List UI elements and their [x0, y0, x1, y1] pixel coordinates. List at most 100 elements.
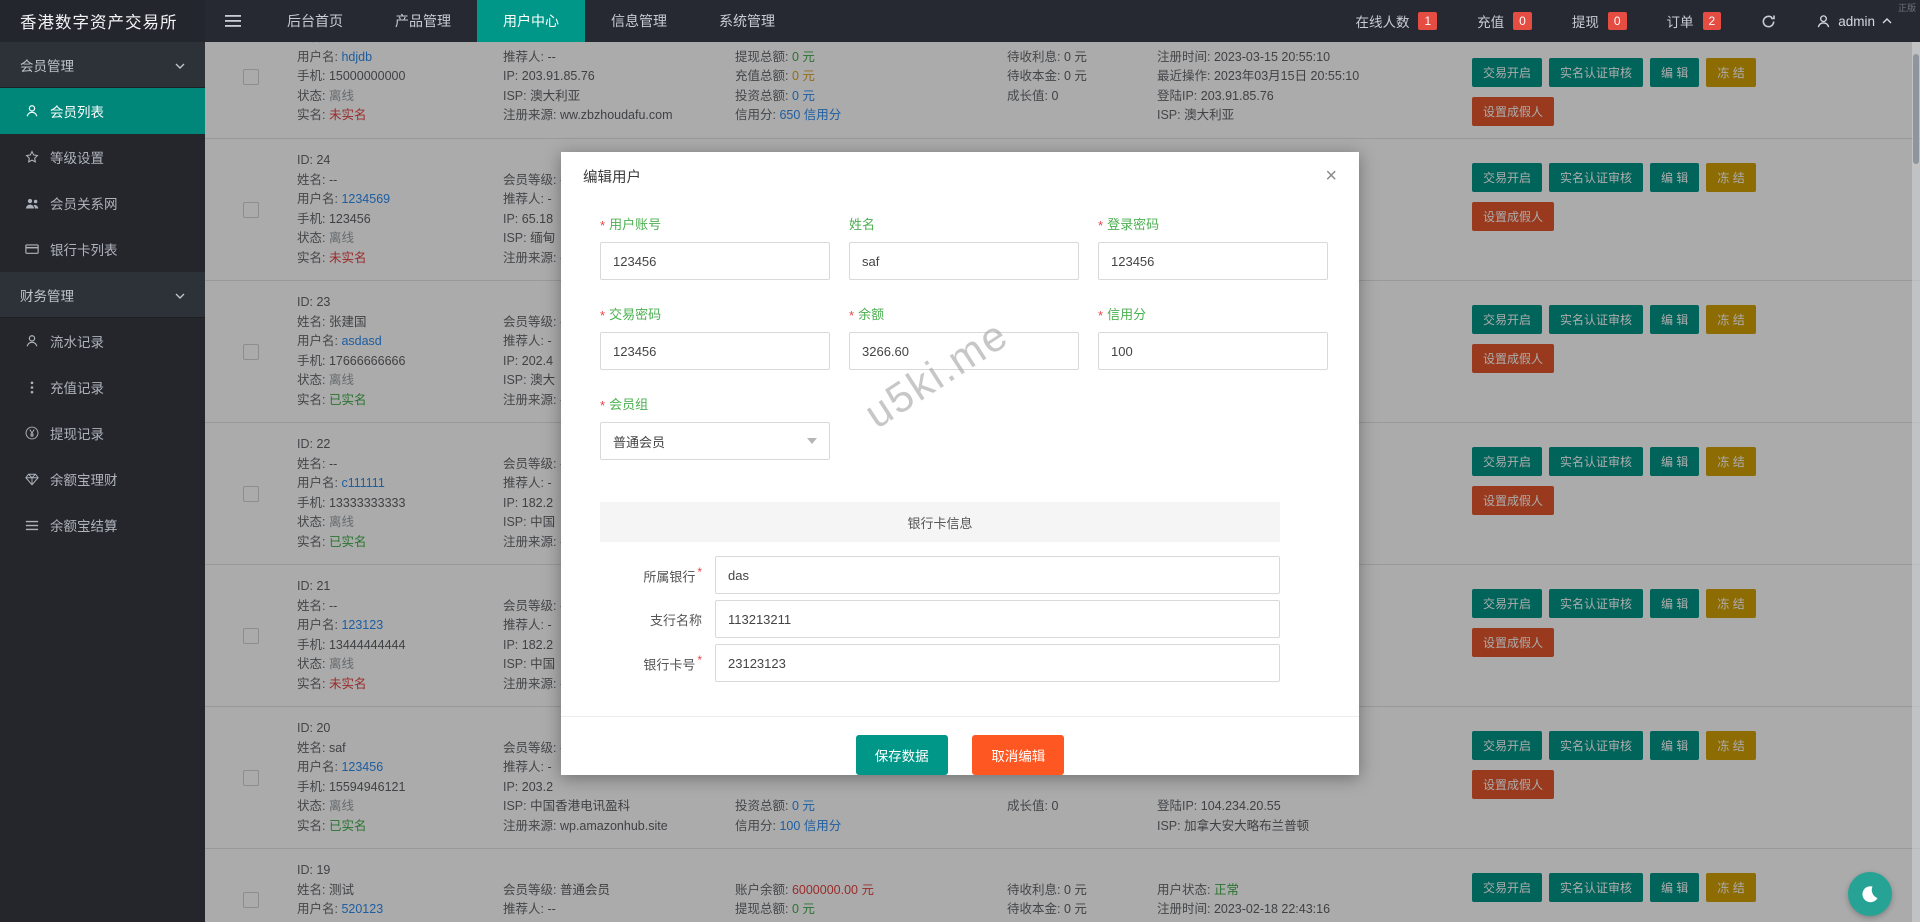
nav-right: 在线人数 1 充值 0 提现 0 订单 2 admin — [1355, 0, 1920, 42]
nav-item-系统管理[interactable]: 系统管理 — [693, 0, 801, 42]
scrollbar-thumb[interactable] — [1913, 54, 1919, 164]
required-asterisk: * — [600, 308, 606, 323]
stat-badge: 1 — [1418, 12, 1438, 30]
gem-icon — [24, 473, 40, 486]
modal-body: u5ki.me *用户账号姓名*登录密码*交易密码*余额*信用分 *会员组普通会… — [561, 200, 1359, 775]
real-name-input[interactable] — [849, 242, 1079, 280]
nav-item-用户中心[interactable]: 用户中心 — [477, 0, 585, 42]
sidebar-item-余额宝结算[interactable]: 余额宝结算 — [0, 502, 205, 548]
required-asterisk: * — [1098, 308, 1104, 323]
moon-icon — [1860, 884, 1880, 904]
form-label: * 登录密码 — [1098, 217, 1160, 233]
dots-icon — [24, 381, 40, 394]
chevron-down-icon — [807, 438, 817, 444]
nav-stat-在线人数[interactable]: 在线人数 1 — [1355, 11, 1438, 31]
trade-password-input[interactable] — [600, 332, 830, 370]
nav-item-信息管理[interactable]: 信息管理 — [585, 0, 693, 42]
required-asterisk: * — [1098, 218, 1104, 233]
stat-badge: 0 — [1607, 12, 1627, 30]
form-field-user-account: * 用户账号 — [600, 214, 830, 280]
cancel-button[interactable]: 取消编辑 — [972, 735, 1065, 775]
bank-label: 支行名称 — [649, 612, 702, 628]
modal-title: 编辑用户 — [583, 169, 641, 186]
stat-label: 提现 — [1571, 15, 1599, 30]
stat-label: 在线人数 — [1355, 15, 1410, 30]
nav-item-后台首页[interactable]: 后台首页 — [261, 0, 369, 42]
star-icon — [24, 150, 40, 164]
user-icon — [24, 334, 40, 348]
user-name: admin — [1838, 13, 1875, 29]
form-field-credit-score: * 信用分 — [1098, 304, 1328, 370]
save-button[interactable]: 保存数据 — [855, 735, 948, 775]
sidebar-group-会员管理[interactable]: 会员管理 — [0, 42, 205, 88]
sidebar-item-会员列表[interactable]: 会员列表 — [0, 88, 205, 134]
sidebar-item-提现记录[interactable]: 提现记录 — [0, 410, 205, 456]
list-icon — [24, 520, 40, 531]
required-asterisk: * — [600, 398, 606, 413]
modal-fields: *用户账号 姓名 *登录密码 *交易密码 *余额 *信用分 — [600, 214, 1328, 370]
nav-stats: 在线人数 1 充值 0 提现 0 订单 2 — [1355, 11, 1722, 31]
form-field-login-password: * 登录密码 — [1098, 214, 1328, 280]
modal-header: 编辑用户 × — [561, 152, 1359, 200]
sidebar-item-label: 会员关系网 — [50, 197, 118, 212]
sidebar-group-label: 财务管理 — [20, 288, 74, 304]
sidebar-group-财务管理[interactable]: 财务管理 — [0, 272, 205, 318]
nav-stat-订单[interactable]: 订单 2 — [1667, 11, 1722, 31]
chevron-up-icon — [1882, 18, 1892, 24]
scrollbar-track[interactable] — [1912, 42, 1920, 922]
sidebar-item-label: 余额宝结算 — [50, 519, 118, 534]
sidebar-item-label: 会员列表 — [50, 105, 104, 120]
chevron-down-icon — [175, 57, 185, 72]
login-password-input[interactable] — [1098, 242, 1328, 280]
sidebar-item-等级设置[interactable]: 等级设置 — [0, 134, 205, 180]
menu-toggle-icon[interactable] — [205, 0, 261, 42]
modal-footer: 保存数据 取消编辑 — [561, 716, 1359, 775]
bank-section-header: 银行卡信息 — [600, 502, 1280, 542]
edit-user-modal: 编辑用户 × u5ki.me *用户账号姓名*登录密码*交易密码*余额*信用分 … — [561, 152, 1359, 775]
form-label: * 交易密码 — [600, 307, 662, 323]
nav-item-产品管理[interactable]: 产品管理 — [369, 0, 477, 42]
select-value: 普通会员 — [613, 434, 666, 450]
required-asterisk: * — [697, 652, 702, 667]
users-icon — [24, 197, 40, 210]
sidebar-item-label: 等级设置 — [50, 151, 104, 166]
bank-fields: 所属银行* 支行名称银行卡号* — [600, 556, 1320, 682]
main-nav: 后台首页 产品管理 用户中心 信息管理 系统管理 — [261, 0, 801, 42]
member-group-field: * 会员组普通会员 — [600, 394, 830, 460]
sidebar-item-充值记录[interactable]: 充值记录 — [0, 364, 205, 410]
sidebar-item-label: 充值记录 — [50, 381, 104, 396]
stat-badge: 0 — [1513, 12, 1532, 30]
balance-input[interactable] — [849, 332, 1079, 370]
sidebar-item-流水记录[interactable]: 流水记录 — [0, 318, 205, 364]
corner-mark: 正版 — [1897, 3, 1916, 13]
sidebar-item-label: 流水记录 — [50, 335, 104, 350]
close-icon[interactable]: × — [1325, 166, 1337, 186]
card-number-input[interactable] — [715, 644, 1280, 682]
stat-label: 订单 — [1666, 15, 1694, 30]
sidebar-item-银行卡列表[interactable]: 银行卡列表 — [0, 226, 205, 272]
stat-label: 充值 — [1477, 15, 1505, 30]
sidebar-item-余额宝理财[interactable]: 余额宝理财 — [0, 456, 205, 502]
credit-score-input[interactable] — [1098, 332, 1328, 370]
bank-name-input[interactable] — [715, 556, 1280, 594]
yen-icon — [24, 426, 40, 440]
bank-label: 所属银行 * — [643, 564, 702, 585]
user-account-input[interactable] — [600, 242, 830, 280]
refresh-icon[interactable] — [1761, 14, 1776, 29]
nav-stat-提现[interactable]: 提现 0 — [1572, 11, 1627, 31]
sidebar: 会员管理会员列表等级设置会员关系网银行卡列表财务管理流水记录充值记录提现记录余额… — [0, 42, 205, 922]
member-group-select[interactable]: 普通会员 — [600, 422, 830, 460]
theme-toggle-button[interactable] — [1848, 872, 1892, 916]
chevron-down-icon — [175, 287, 185, 302]
nav-stat-充值[interactable]: 充值 0 — [1477, 11, 1532, 31]
stat-badge: 2 — [1702, 12, 1722, 30]
sidebar-item-会员关系网[interactable]: 会员关系网 — [0, 180, 205, 226]
sidebar-item-label: 余额宝理财 — [50, 473, 118, 488]
form-label: * 会员组 — [600, 397, 649, 413]
branch-name-input[interactable] — [715, 600, 1280, 638]
form-field-trade-password: * 交易密码 — [600, 304, 830, 370]
app-logo: 香港数字资产交易所 — [0, 0, 205, 42]
user-menu[interactable]: admin — [1816, 14, 1892, 29]
bank-label: 银行卡号 * — [643, 652, 702, 673]
bank-field-card-number: 银行卡号 * — [600, 644, 1320, 682]
